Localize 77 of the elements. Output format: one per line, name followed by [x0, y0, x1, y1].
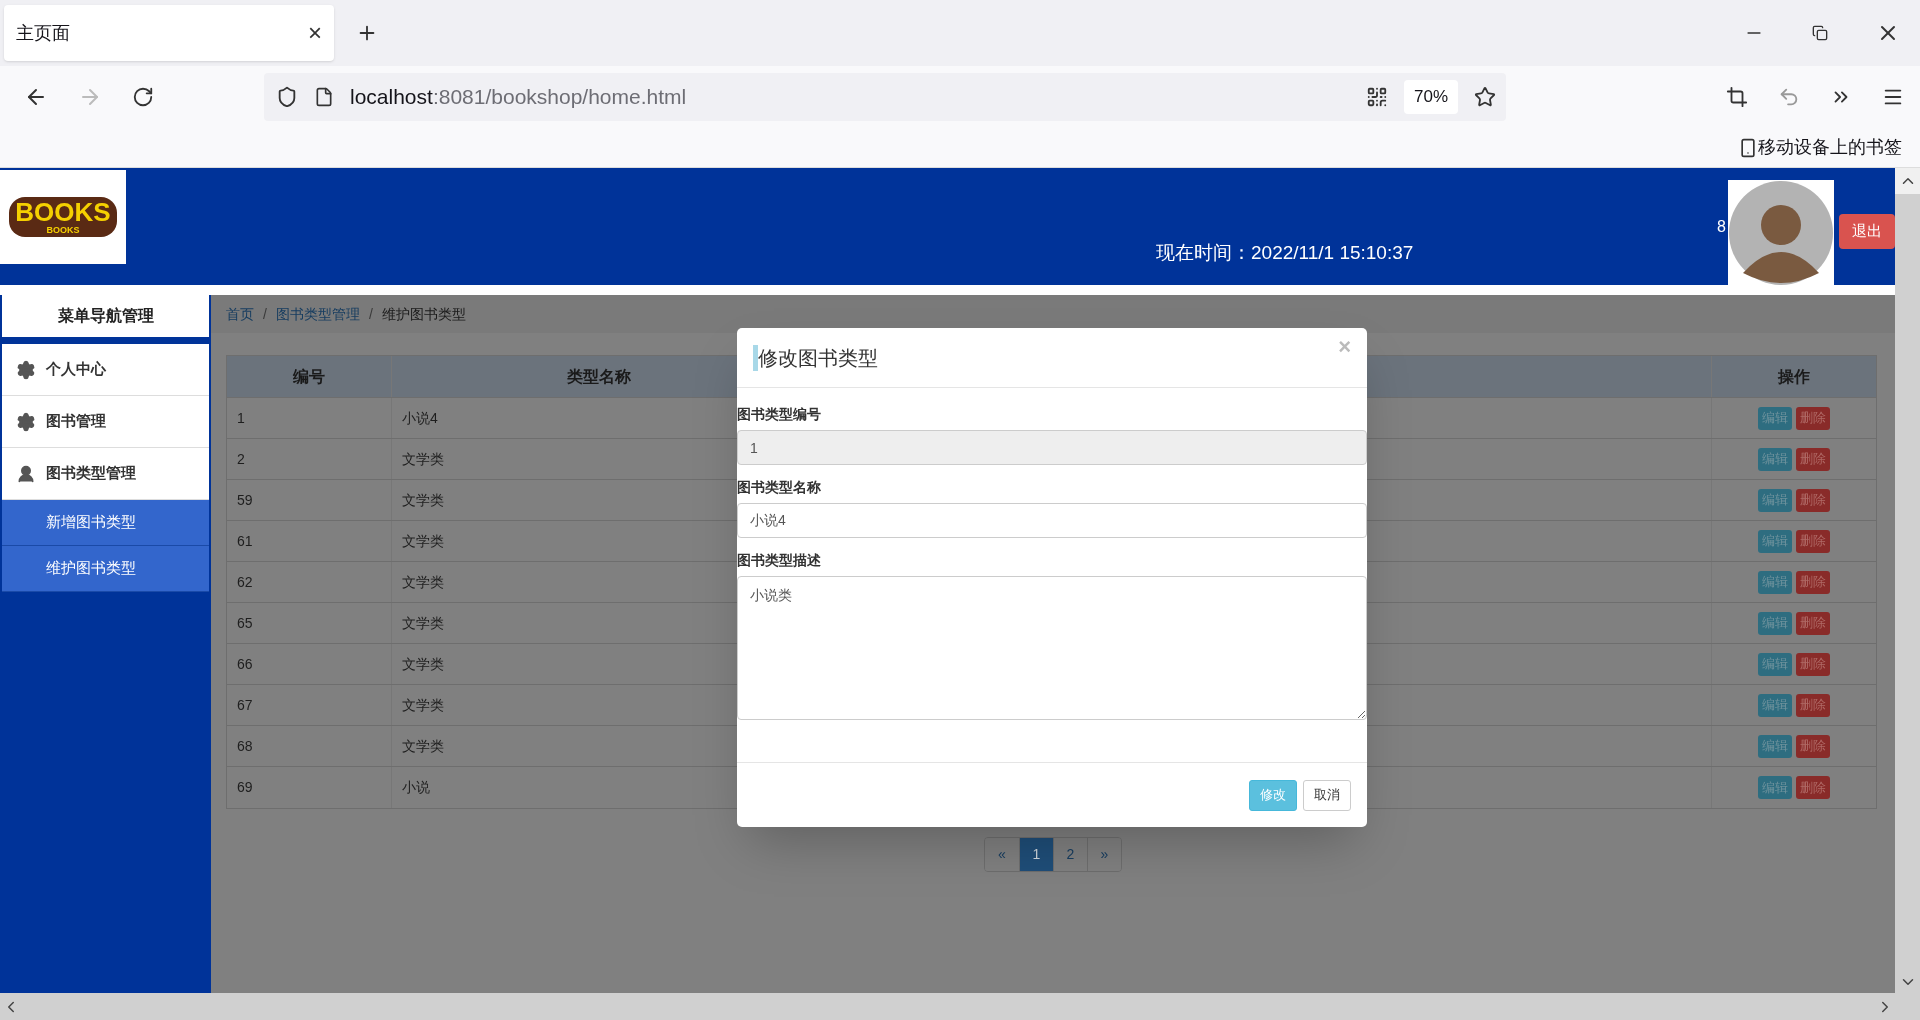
tab-close-button[interactable]: ×: [308, 21, 322, 45]
user-count: 8: [1717, 216, 1726, 237]
logout-button[interactable]: 退出: [1839, 214, 1895, 249]
gear-icon: [16, 359, 36, 380]
sidebar-title: 菜单导航管理: [57, 306, 154, 326]
edit-button[interactable]: 编辑: [1758, 734, 1792, 758]
input-field[interactable]: 小说4: [737, 503, 1367, 538]
table-cell: 1: [227, 398, 392, 438]
logo-title: BOOKS: [15, 199, 111, 226]
delete-button[interactable]: 删除: [1796, 406, 1830, 430]
edit-button[interactable]: 编辑: [1758, 529, 1792, 553]
breadcrumb-link[interactable]: 首页: [226, 303, 254, 325]
table-cell: 61: [227, 521, 392, 561]
page-icon[interactable]: [314, 87, 334, 107]
gear-icon: [16, 411, 36, 432]
table-cell: 2: [227, 439, 392, 479]
delete-button[interactable]: 删除: [1796, 734, 1830, 758]
edit-button[interactable]: 编辑: [1758, 570, 1792, 594]
edit-button[interactable]: 编辑: [1758, 652, 1792, 676]
mobile-icon[interactable]: [1738, 137, 1758, 158]
delete-button[interactable]: 删除: [1796, 776, 1830, 799]
edit-button[interactable]: 编辑: [1758, 776, 1792, 799]
delete-button[interactable]: 删除: [1796, 570, 1830, 594]
table-cell: 66: [227, 644, 392, 684]
table-cell: 59: [227, 480, 392, 520]
tab-title: 主页面: [16, 21, 71, 45]
qr-code-icon[interactable]: [1365, 86, 1388, 108]
shield-icon[interactable]: [276, 86, 298, 108]
star-icon[interactable]: [1474, 86, 1496, 108]
edit-button[interactable]: 编辑: [1758, 693, 1792, 717]
table-cell: 67: [227, 685, 392, 725]
edit-button[interactable]: 编辑: [1758, 488, 1792, 512]
zoom-level[interactable]: 70%: [1403, 80, 1458, 114]
table-cell: 62: [227, 562, 392, 602]
submenu-item[interactable]: 维护图书类型: [2, 546, 209, 592]
delete-button[interactable]: 删除: [1796, 447, 1830, 471]
cancel-button[interactable]: 取消: [1303, 779, 1351, 811]
sidebar-item[interactable]: 图书管理: [2, 396, 209, 448]
reload-icon[interactable]: [132, 86, 154, 108]
delete-button[interactable]: 删除: [1796, 611, 1830, 635]
edit-button[interactable]: 编辑: [1758, 406, 1792, 430]
url-text: localhost:8081/bookshop/home.html: [350, 84, 688, 111]
breadcrumb-link[interactable]: 图书类型管理: [275, 303, 360, 325]
submit-button[interactable]: 修改: [1249, 779, 1297, 811]
table-cell: 69: [227, 767, 392, 808]
current-time: 现在时间：2022/11/1 15:10:37: [1156, 240, 1414, 265]
delete-button[interactable]: 删除: [1796, 693, 1830, 717]
column-header: 操作: [1776, 366, 1811, 387]
sidebar-item[interactable]: 个人中心: [2, 344, 209, 396]
delete-button[interactable]: 删除: [1796, 529, 1830, 553]
breadcrumb-separator: /: [263, 304, 267, 324]
text-cursor-bar: [753, 344, 758, 371]
user-icon: [16, 463, 36, 484]
bookmark-folder[interactable]: 移动设备上的书签: [1758, 134, 1902, 161]
edit-button[interactable]: 编辑: [1758, 447, 1792, 471]
table-cell: 65: [227, 603, 392, 643]
avatar-silhouette-icon: [1729, 180, 1833, 285]
horizontal-scrollbar[interactable]: [0, 993, 1920, 1020]
undo-icon[interactable]: [1778, 86, 1800, 108]
close-button[interactable]: ×: [1338, 336, 1351, 358]
crop-icon[interactable]: [1726, 86, 1748, 108]
table-cell: 68: [227, 726, 392, 766]
vertical-scrollbar[interactable]: [1895, 168, 1920, 993]
submenu-item[interactable]: 新增图书类型: [2, 500, 209, 546]
delete-button[interactable]: 删除: [1796, 488, 1830, 512]
restore-icon[interactable]: [1812, 25, 1828, 41]
edit-button[interactable]: 编辑: [1758, 611, 1792, 635]
address-bar[interactable]: localhost:8081/bookshop/home.html 70%: [264, 73, 1506, 121]
breadcrumb-separator: /: [368, 304, 373, 324]
column-header: 编号: [227, 356, 392, 397]
page-link[interactable]: »: [1087, 838, 1121, 871]
sidebar-item[interactable]: 图书类型管理: [2, 448, 209, 500]
page-link[interactable]: 1: [1019, 838, 1053, 871]
browser-tab[interactable]: 主页面 ×: [4, 5, 334, 61]
delete-button[interactable]: 删除: [1796, 652, 1830, 676]
textarea-field[interactable]: 小说类: [737, 576, 1367, 720]
logo-subtitle: BOOKS: [46, 225, 80, 237]
